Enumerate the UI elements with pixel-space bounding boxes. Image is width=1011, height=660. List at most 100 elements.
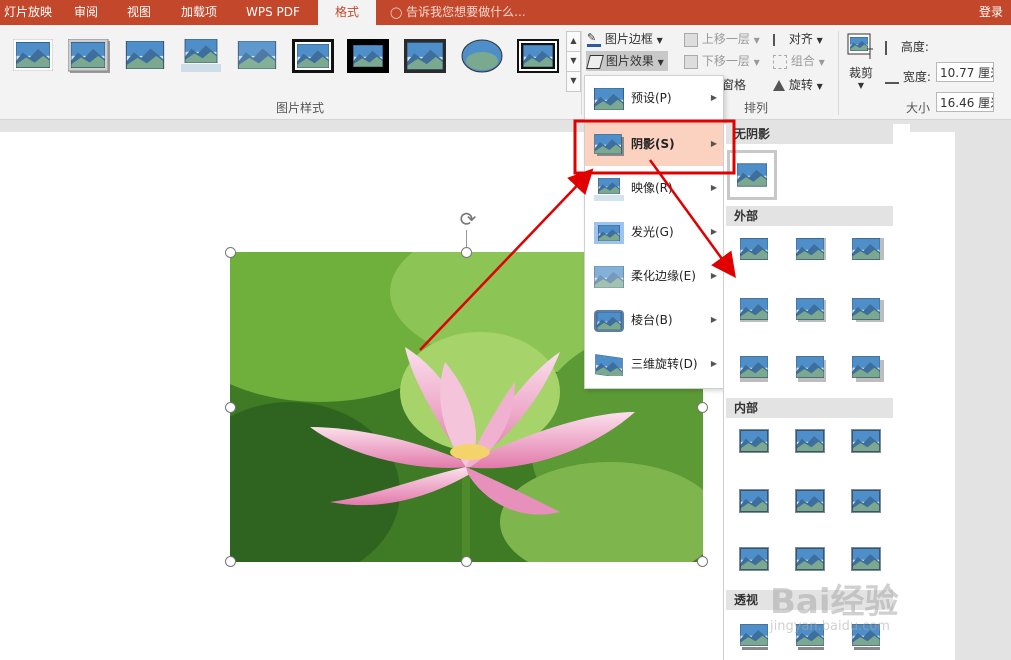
style-thumb-shadow[interactable]	[67, 38, 110, 73]
bring-forward-icon	[684, 32, 698, 47]
style-thumb-dark-frame[interactable]	[404, 39, 446, 73]
effects-icon	[586, 54, 604, 69]
chevron-right-icon: ▶	[710, 139, 717, 148]
shadow-option-inner[interactable]	[794, 488, 825, 513]
chevron-right-icon: ▶	[710, 183, 717, 192]
menu-item-bevel[interactable]: 棱台(B) ▶	[585, 298, 723, 342]
shadow-option-inner[interactable]	[738, 488, 769, 513]
reflection-icon	[594, 178, 624, 201]
tab-slideshow[interactable]: 灯片放映	[4, 0, 56, 25]
style-thumb-black-frame[interactable]	[292, 39, 334, 73]
chevron-down-icon: ▼	[816, 36, 823, 45]
chevron-right-icon: ▶	[710, 271, 717, 280]
shadow-option-inner[interactable]	[850, 428, 881, 453]
shadow-option-outer[interactable]	[794, 296, 826, 322]
tell-me-search[interactable]: ◯ 告诉我您想要做什么...	[390, 0, 526, 25]
shadow-option-inner[interactable]	[794, 428, 825, 453]
preset-icon	[594, 88, 624, 110]
tab-review[interactable]: 审阅	[74, 0, 104, 25]
shadow-option-outer[interactable]	[794, 354, 826, 382]
group-button[interactable]: 组合 ▼	[773, 51, 825, 71]
section-outer: 外部	[726, 206, 893, 226]
tab-format[interactable]: 格式	[318, 0, 376, 25]
height-label: 高度:	[885, 37, 929, 57]
chevron-down-icon: ▼	[657, 58, 664, 67]
shadow-icon	[594, 134, 624, 156]
soft-edges-icon	[594, 266, 624, 288]
picture-effects-button[interactable]: 图片效果 ▼	[586, 51, 668, 71]
chevron-down-icon: ▼	[753, 58, 760, 67]
resize-handle-nw[interactable]	[225, 247, 236, 258]
shadow-option-inner[interactable]	[738, 428, 769, 453]
width-input[interactable]: 16.46 厘米	[936, 92, 994, 112]
shadow-option-inner[interactable]	[850, 546, 881, 571]
rotate-button[interactable]: 旋转 ▼	[773, 75, 823, 95]
tab-view[interactable]: 视图	[127, 0, 157, 25]
send-backward-button[interactable]: 下移一层 ▼	[684, 51, 760, 71]
divider	[838, 31, 839, 115]
resize-handle-n[interactable]	[461, 247, 472, 258]
height-icon	[885, 40, 897, 55]
tab-wps-pdf[interactable]: WPS PDF	[246, 0, 306, 25]
style-thumb-oval[interactable]	[461, 39, 503, 73]
resize-handle-sw[interactable]	[225, 556, 236, 567]
style-thumb-double-frame[interactable]	[517, 39, 559, 73]
menu-item-glow[interactable]: 发光(G) ▶	[585, 210, 723, 254]
selection-pane-button[interactable]: 窗格	[722, 75, 746, 95]
tab-addins[interactable]: 加载项	[181, 0, 225, 25]
shadow-option-outer[interactable]	[738, 296, 768, 322]
style-thumb-thick-black[interactable]	[347, 39, 389, 73]
gallery-scroll-down[interactable]: ▼	[566, 51, 581, 72]
group-label-size: 大小	[906, 101, 931, 115]
style-thumb-soft[interactable]	[237, 39, 277, 71]
chevron-down-icon: ▼	[816, 82, 823, 91]
shadow-option-outer[interactable]	[850, 296, 884, 322]
rotate-handle-icon[interactable]: ⟳	[456, 207, 480, 231]
shadow-option-outer[interactable]	[738, 354, 768, 382]
shadow-option-outer[interactable]	[738, 236, 768, 260]
crop-icon	[847, 33, 873, 59]
tell-me-text: 告诉我您想要做什么...	[406, 5, 526, 19]
align-button[interactable]: 对齐 ▼	[773, 29, 823, 49]
resize-handle-e[interactable]	[697, 402, 708, 413]
gallery-scroll-up[interactable]: ▲	[566, 31, 581, 52]
shadow-option-inner[interactable]	[738, 546, 769, 571]
shadow-option-outer[interactable]	[794, 236, 826, 260]
picture-effects-menu: 预设(P) ▶ 阴影(S) ▶ 映像(R) ▶ 发光(G) ▶ 柔化边缘(E) …	[584, 75, 724, 389]
menu-item-preset[interactable]: 预设(P) ▶	[585, 76, 723, 120]
group-label: 组合	[790, 54, 815, 68]
style-thumb-reflection[interactable]	[181, 39, 221, 72]
crop-button[interactable]: 裁剪 ▼	[845, 31, 877, 93]
chevron-right-icon: ▶	[710, 93, 717, 102]
picture-border-button[interactable]: ✎ 图片边框 ▼	[587, 29, 663, 49]
lightbulb-icon: ◯	[390, 6, 403, 19]
bevel-icon	[594, 310, 624, 332]
resize-handle-s[interactable]	[461, 556, 472, 567]
menu-item-3d-rotation[interactable]: 三维旋转(D) ▶	[585, 342, 723, 386]
section-inner: 内部	[726, 398, 893, 418]
login-button[interactable]: 登录	[979, 0, 1003, 25]
shadow-option-inner[interactable]	[794, 546, 825, 571]
menu-item-shadow[interactable]: 阴影(S) ▶	[585, 122, 723, 166]
style-thumb-plain[interactable]	[125, 39, 165, 71]
height-input[interactable]: 10.77 厘米	[936, 62, 994, 82]
shadow-option-persp[interactable]	[738, 622, 768, 650]
menu-item-soft-edges[interactable]: 柔化边缘(E) ▶	[585, 254, 723, 298]
gallery-more[interactable]: ▼	[566, 71, 581, 92]
style-thumb-simple-frame[interactable]	[12, 38, 54, 72]
menu-item-reflection[interactable]: 映像(R) ▶	[585, 166, 723, 210]
bring-forward-button[interactable]: 上移一层 ▼	[684, 29, 760, 49]
shadow-option-outer[interactable]	[850, 354, 884, 382]
resize-handle-w[interactable]	[225, 402, 236, 413]
picture-effects-label: 图片效果	[605, 54, 654, 68]
section-no-shadow: 无阴影	[726, 124, 893, 144]
shadow-option-inner[interactable]	[850, 488, 881, 513]
resize-handle-se[interactable]	[697, 556, 708, 567]
chevron-down-icon: ▼	[857, 81, 865, 90]
ribbon-format-panel: ▲ ▼ ▼ 图片样式 ✎ 图片边框 ▼ 图片效果 ▼ 上移一层 ▼ 下移一层 ▼…	[0, 25, 1011, 120]
baidu-watermark: Bai经验 jingyan.baidu.com	[770, 582, 899, 634]
width-icon	[885, 72, 899, 84]
shadow-option-outer[interactable]	[850, 236, 884, 260]
shadow-option-none[interactable]	[727, 150, 777, 200]
group-icon	[773, 54, 787, 69]
